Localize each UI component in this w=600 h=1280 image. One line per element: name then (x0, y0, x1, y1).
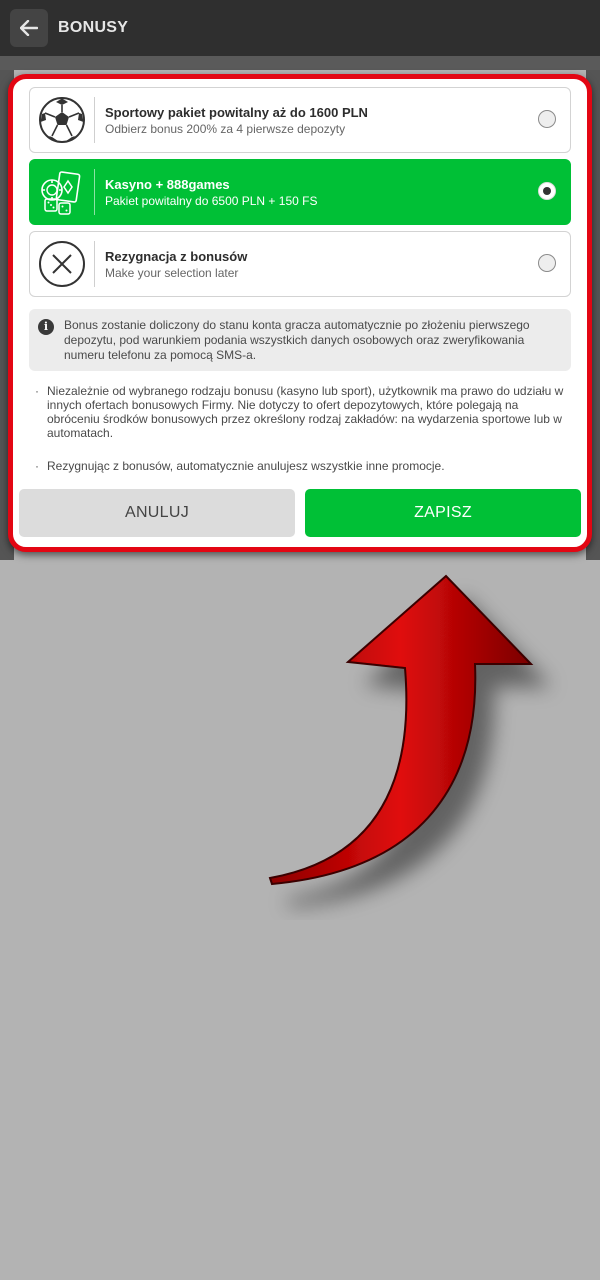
terms-item: Niezależnie od wybranego rodzaju bonusu … (33, 384, 571, 440)
option-text: Kasyno + 888games Pakiet powitalny do 65… (105, 176, 570, 209)
option-text: Rezygnacja z bonusów Make your selection… (105, 248, 570, 281)
bonus-selection-dialog: Sportowy pakiet powitalny aż do 1600 PLN… (8, 74, 592, 552)
page-title: BONUSY (58, 19, 129, 36)
option-divider (94, 97, 95, 143)
option-sport-welcome-pack[interactable]: Sportowy pakiet powitalny aż do 1600 PLN… (29, 87, 571, 153)
curved-arrow-pointer (268, 574, 534, 886)
option-title: Kasyno + 888games (105, 176, 230, 192)
header-shadow-strip (0, 56, 600, 70)
info-box: i Bonus zostanie doliczony do stanu kont… (29, 309, 571, 371)
option-text: Sportowy pakiet powitalny aż do 1600 PLN… (105, 104, 570, 137)
terms-list: Niezależnie od wybranego rodzaju bonusu … (33, 384, 571, 492)
info-text: Bonus zostanie doliczony do stanu konta … (64, 318, 530, 362)
cancel-button[interactable]: ANULUJ (19, 489, 295, 537)
casino-chips-cards-icon (30, 160, 94, 224)
option-title: Sportowy pakiet powitalny aż do 1600 PLN (105, 104, 368, 120)
option-divider (94, 241, 95, 287)
option-radio[interactable] (538, 254, 556, 272)
option-divider (94, 169, 95, 215)
bonus-options-list: Sportowy pakiet powitalny aż do 1600 PLN… (29, 87, 571, 303)
terms-item: Rezygnując z bonusów, automatycznie anul… (33, 459, 571, 473)
option-subtitle: Odbierz bonus 200% za 4 pierwsze depozyt… (105, 121, 346, 136)
option-title: Rezygnacja z bonusów (105, 248, 248, 264)
top-bar: BONUSY (0, 0, 600, 56)
option-subtitle: Make your selection later (105, 265, 239, 280)
option-casino-888games[interactable]: Kasyno + 888games Pakiet powitalny do 65… (29, 159, 571, 225)
close-circle-icon (30, 232, 94, 296)
arrow-left-icon (20, 20, 38, 36)
option-subtitle: Pakiet powitalny do 6500 PLN + 150 FS (105, 193, 318, 208)
back-button[interactable] (10, 9, 48, 47)
save-button[interactable]: ZAPISZ (305, 489, 581, 537)
option-radio-selected[interactable] (538, 182, 556, 200)
option-decline-bonuses[interactable]: Rezygnacja z bonusów Make your selection… (29, 231, 571, 297)
info-icon: i (38, 319, 54, 335)
option-radio[interactable] (538, 110, 556, 128)
soccer-ball-icon (30, 88, 94, 152)
